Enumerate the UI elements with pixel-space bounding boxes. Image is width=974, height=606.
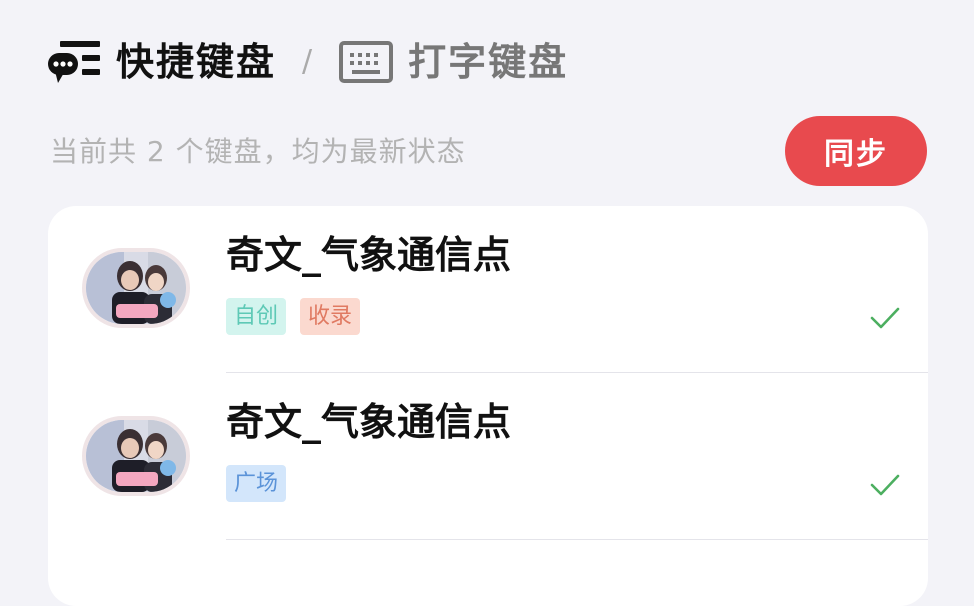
keyboard-list: 奇文_气象通信点 自创 收录 奇文_气象通信点 广场	[48, 206, 928, 606]
keyboard-avatar	[82, 416, 190, 496]
keyboard-count-summary: 当前共 2 个键盘，均为最新状态	[50, 135, 466, 168]
keyboard-icon	[339, 41, 394, 83]
keyboard-type-tabs: 快捷键盘 / 打字键盘	[48, 34, 568, 90]
check-icon	[870, 307, 900, 329]
keyboard-avatar	[82, 248, 190, 328]
tab-typing-keyboard[interactable]: 打字键盘	[338, 34, 568, 90]
tag-badge: 收录	[300, 298, 361, 335]
tab-separator: /	[302, 44, 313, 79]
row-divider	[226, 539, 928, 540]
sync-button[interactable]: 同步	[785, 116, 927, 186]
keyboard-title: 奇文_气象通信点	[226, 233, 512, 277]
keyboard-title: 奇文_气象通信点	[226, 400, 512, 444]
keyboard-list-item[interactable]: 奇文_气象通信点 广场	[48, 373, 928, 539]
keyboard-tags: 广场	[226, 465, 287, 502]
tag-badge: 自创	[226, 298, 287, 335]
check-icon	[870, 474, 900, 496]
chat-list-icon	[48, 41, 100, 83]
keyboard-list-item[interactable]: 奇文_气象通信点 自创 收录	[48, 206, 928, 372]
tab-typing-keyboard-label: 打字键盘	[408, 40, 569, 84]
tag-badge: 广场	[226, 465, 287, 502]
keyboard-tags: 自创 收录	[226, 298, 361, 335]
tab-quick-keyboard-label: 快捷键盘	[116, 40, 277, 84]
tab-quick-keyboard[interactable]: 快捷键盘	[48, 34, 276, 90]
